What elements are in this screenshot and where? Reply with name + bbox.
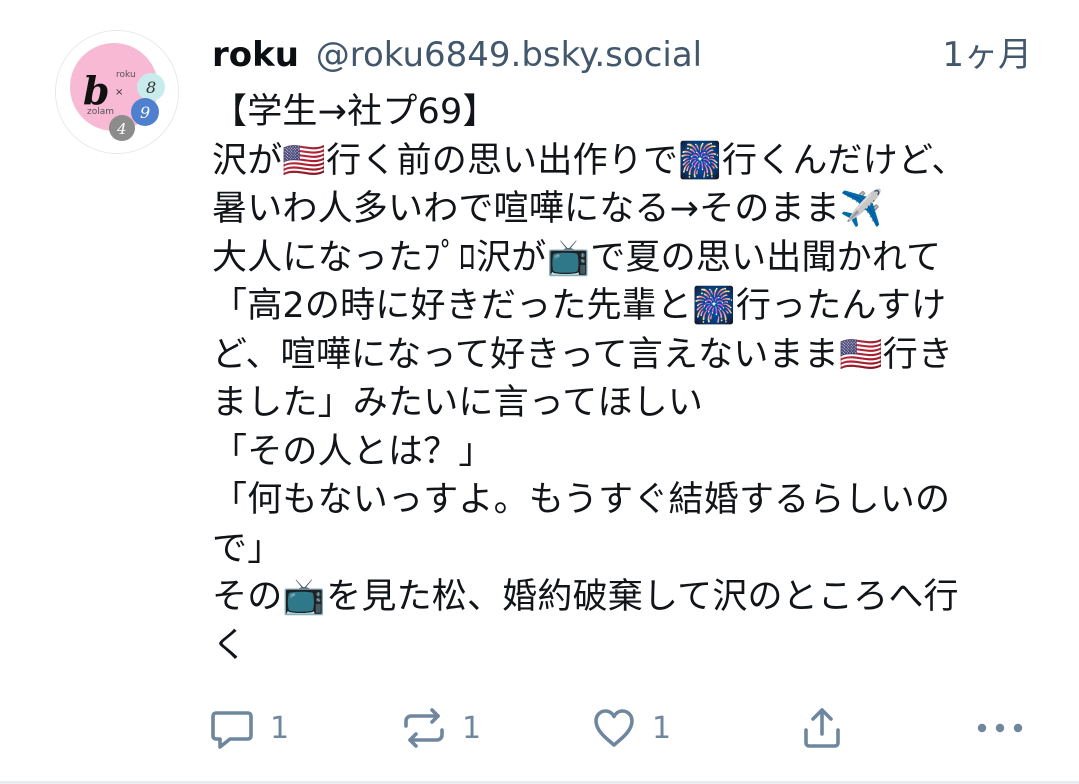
avatar-digit-4: 4 (116, 120, 127, 138)
post-text-line: 「高2の時に好きだった先輩と🎆行ったんすけ (212, 286, 947, 326)
avatar-text-top: roku (116, 70, 136, 80)
post-actions: 1 1 1 (208, 700, 1038, 756)
share-button[interactable] (798, 700, 846, 756)
reply-button[interactable]: 1 (208, 700, 289, 756)
avatar-digit-8: 8 (146, 78, 156, 97)
post-text-line: ど、喧嘩になって好きって言えないまま🇺🇸行き (212, 334, 954, 375)
repost-button[interactable]: 1 (400, 700, 481, 756)
post-text-line: で」 (212, 528, 283, 569)
avatar-digit-9: 9 (140, 103, 150, 122)
repost-icon (404, 708, 444, 748)
more-options-button[interactable] (972, 700, 1028, 756)
repost-count: 1 (462, 710, 482, 746)
author-name[interactable]: roku (212, 35, 299, 75)
post-card[interactable]: b roku × zolam 8 9 4 roku @roku6849.bsky… (0, 0, 1079, 784)
avatar[interactable]: b roku × zolam 8 9 4 (55, 30, 179, 154)
share-icon (804, 708, 840, 748)
author-handle[interactable]: @roku6849.bsky.social (316, 35, 702, 75)
like-count: 1 (652, 710, 672, 746)
avatar-image: b roku × zolam 8 9 4 (56, 31, 178, 153)
post-timestamp[interactable]: 1ヶ月 (942, 30, 1032, 80)
post-text-line: 「何もないっすよ。もうすぐ結婚するらしいの (212, 480, 951, 520)
avatar-text-x: × (115, 87, 123, 98)
post-text-line: 沢が🇺🇸行く前の思い出作りで🎆行くんだけど、 (212, 140, 967, 181)
post-text-line: その📺を見た松、婚約破棄して沢のところへ行 (212, 577, 959, 617)
like-icon (594, 709, 634, 747)
avatar-text-bottom: zolam (87, 107, 114, 117)
reply-count: 1 (270, 710, 290, 746)
post-text-line: く (212, 625, 248, 666)
post-text-line: 【学生→社プ69】 (212, 92, 498, 132)
like-button[interactable]: 1 (590, 700, 671, 756)
post-text-line: 暑いわ人多いわで喧嘩になる→そのまま✈️ (212, 189, 884, 229)
post-text-line: 「その人とは？」 (212, 431, 494, 472)
more-icon (977, 723, 1023, 733)
post-header: roku @roku6849.bsky.social (212, 30, 1032, 80)
post-text-line: 大人になったﾌﾟﾛ沢が📺で夏の思い出聞かれて (212, 237, 942, 278)
post-text-line: ました」みたいに言ってほしい (212, 383, 704, 423)
post-text: 【学生→社プ69】 沢が🇺🇸行く前の思い出作りで🎆行くんだけど、 暑いわ人多いわ… (212, 88, 1032, 670)
reply-icon (211, 711, 253, 749)
